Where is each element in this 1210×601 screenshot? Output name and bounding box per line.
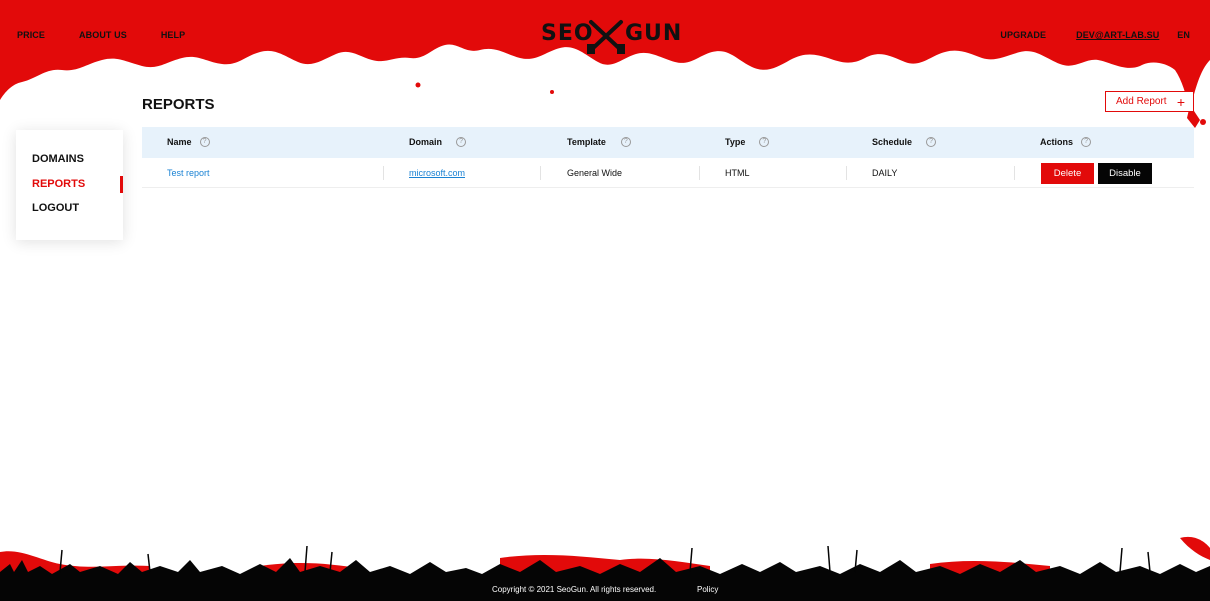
column-header-name: Name ? (167, 137, 210, 147)
account-email-link[interactable]: DEV@ART-LAB.SU (1076, 30, 1159, 40)
table-row: Test report microsoft.com General Wide H… (142, 158, 1194, 188)
active-indicator (120, 176, 123, 193)
language-selector[interactable]: EN (1177, 30, 1190, 40)
page-title: REPORTS (142, 96, 215, 113)
delete-report-button[interactable]: Delete (1041, 163, 1094, 184)
sidebar-item-reports[interactable]: REPORTS (32, 178, 85, 190)
report-schedule: DAILY (872, 168, 898, 178)
column-header-label: Schedule (872, 137, 913, 147)
column-divider (846, 166, 847, 180)
plus-icon: + (1176, 94, 1185, 110)
column-header-label: Domain (409, 137, 443, 147)
policy-link[interactable]: Policy (697, 585, 718, 594)
column-header-template: Template ? (567, 137, 631, 147)
column-header-actions: Actions ? (1040, 137, 1092, 147)
column-divider (1014, 166, 1015, 180)
upgrade-link[interactable]: UPGRADE (1000, 30, 1046, 40)
report-name-link[interactable]: Test report (167, 168, 210, 178)
help-icon[interactable]: ? (620, 137, 631, 147)
seogun-logo[interactable]: SEO GUN (541, 18, 681, 58)
reports-table: Name ? Domain ? Template ? Type ? Schedu… (142, 127, 1194, 188)
crossed-guns-icon (587, 20, 625, 54)
site-footer: Copyright © 2021 SeoGun. All rights rese… (0, 530, 1210, 601)
nav-price-link[interactable]: PRICE (17, 30, 45, 40)
column-header-label: Type (725, 137, 746, 147)
account-nav: UPGRADE DEV@ART-LAB.SU EN (1000, 30, 1190, 40)
sidebar-item-domains[interactable]: DOMAINS (32, 153, 84, 165)
column-header-domain: Domain ? (409, 137, 467, 147)
column-divider (383, 166, 384, 180)
column-header-type: Type ? (725, 137, 770, 147)
help-icon[interactable]: ? (1081, 137, 1092, 147)
column-header-label: Name (167, 137, 192, 147)
add-report-button[interactable]: Add Report + (1105, 91, 1194, 112)
sidebar-item-logout[interactable]: LOGOUT (32, 202, 79, 214)
main-nav: PRICE ABOUT US HELP (17, 30, 219, 40)
nav-about-us-link[interactable]: ABOUT US (79, 30, 127, 40)
column-header-schedule: Schedule ? (872, 137, 937, 147)
report-type: HTML (725, 168, 750, 178)
help-icon[interactable]: ? (199, 137, 210, 147)
report-domain-link[interactable]: microsoft.com (409, 168, 465, 178)
column-header-label: Actions (1040, 137, 1074, 147)
column-header-label: Template (567, 137, 606, 147)
help-icon[interactable]: ? (926, 137, 937, 147)
logo-text-right: GUN (625, 21, 683, 46)
sidebar: DOMAINS REPORTS LOGOUT (16, 130, 123, 240)
column-divider (540, 166, 541, 180)
help-icon[interactable]: ? (759, 137, 770, 147)
help-icon[interactable]: ? (456, 137, 467, 147)
report-template: General Wide (567, 168, 623, 178)
table-header: Name ? Domain ? Template ? Type ? Schedu… (142, 127, 1194, 158)
column-divider (699, 166, 700, 180)
copyright-text: Copyright © 2021 SeoGun. All rights rese… (492, 585, 657, 594)
disable-report-button[interactable]: Disable (1098, 163, 1152, 184)
add-report-label: Add Report (1116, 96, 1167, 107)
nav-help-link[interactable]: HELP (161, 30, 185, 40)
